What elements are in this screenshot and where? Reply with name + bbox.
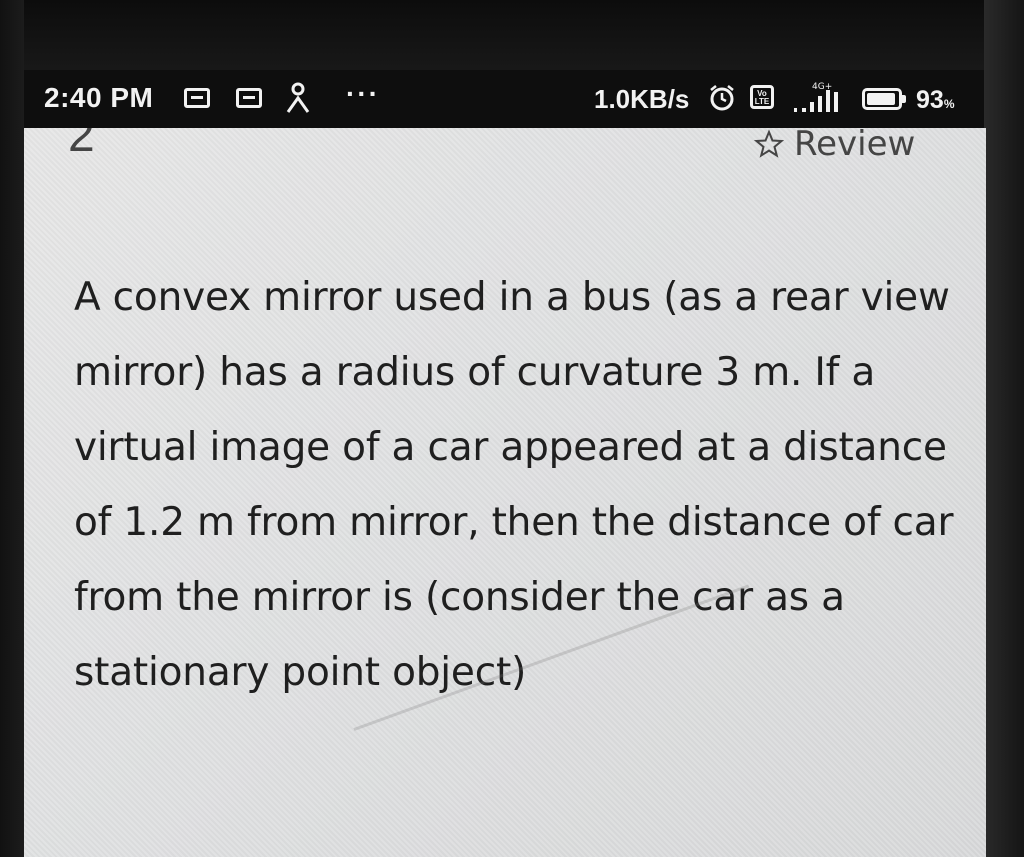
photo-of-phone-screen: 2:40 PM ··· 1.0KB/s Vo LTE 4G+ 93% 2 Rev… [0, 0, 1024, 857]
status-bar: 2:40 PM ··· 1.0KB/s Vo LTE 4G+ 93% [24, 70, 984, 128]
volte-icon: Vo LTE [750, 85, 774, 109]
question-screen: 2 Review A convex mirror used in a bus (… [24, 128, 986, 857]
message-icon [236, 88, 262, 108]
message-icon [184, 88, 210, 108]
mark-for-review-button[interactable]: Review [754, 128, 915, 164]
phone-bezel-right [984, 0, 1024, 857]
person-icon [286, 82, 310, 113]
overflow-dots-icon: ··· [346, 78, 380, 109]
signal-icon: 4G+ [794, 82, 838, 112]
question-text: A convex mirror used in a bus (as a rear… [74, 275, 954, 695]
battery-percentage: 93% [916, 86, 955, 114]
battery-icon [862, 88, 906, 110]
review-label: Review [794, 128, 916, 164]
alarm-icon [710, 85, 734, 111]
star-icon [754, 129, 784, 158]
status-time: 2:40 PM [44, 82, 154, 113]
phone-bezel-left [0, 0, 24, 857]
question-number: 2 [68, 128, 95, 162]
network-speed: 1.0KB/s [594, 84, 690, 114]
